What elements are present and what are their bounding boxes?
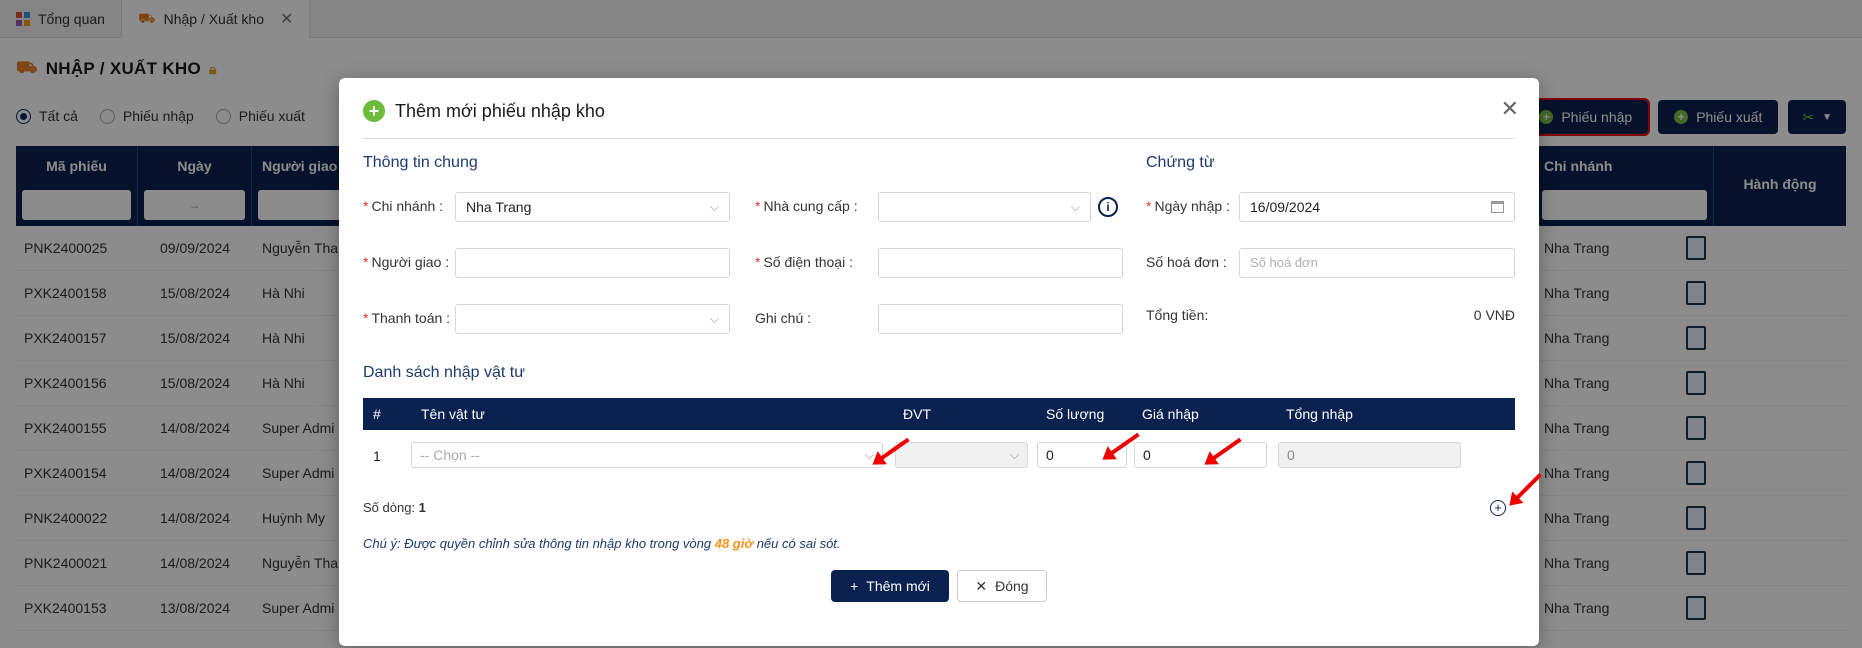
material-select[interactable]: -- Chọn -- ⌵ — [411, 442, 883, 468]
annotation-arrow — [1513, 473, 1542, 502]
note-input[interactable] — [878, 304, 1123, 334]
invoice-input[interactable]: Số hoá đơn — [1239, 248, 1515, 278]
chevron-down-icon: ⌵ — [1009, 448, 1019, 462]
add-icon: + — [363, 100, 385, 122]
price-input[interactable]: 0 — [1134, 442, 1267, 468]
add-import-voucher-modal: + Thêm mới phiếu nhập kho ✕ Thông tin ch… — [339, 78, 1542, 646]
info-icon[interactable]: i — [1098, 197, 1118, 217]
deliverer-label: * Người giao : — [363, 254, 450, 270]
modal-title: + Thêm mới phiếu nhập kho — [363, 100, 605, 122]
supplier-select[interactable]: ⌵ — [878, 192, 1091, 222]
invoice-label: Số hoá đơn : — [1146, 254, 1227, 270]
row-count: Số dòng: 1 — [363, 500, 426, 515]
items-section-title: Danh sách nhập vật tư — [363, 364, 525, 381]
phone-input[interactable] — [878, 248, 1123, 278]
add-new-button[interactable]: + Thêm mới — [831, 570, 949, 602]
close-icon[interactable]: ✕ — [1501, 96, 1519, 122]
import-date-label: * Ngày nhập : — [1146, 198, 1230, 214]
items-table-header: # Tên vật tư ĐVT Số lượng Giá nhập Tổng … — [363, 398, 1515, 430]
calendar-icon — [1491, 201, 1504, 213]
branch-select[interactable]: Nha Trang ⌵ — [455, 192, 730, 222]
chevron-down-icon: ⌵ — [709, 312, 719, 326]
total-input: 0 — [1278, 442, 1461, 468]
unit-select[interactable]: ⌵ — [895, 442, 1028, 468]
close-icon: ✕ — [975, 577, 988, 594]
chevron-down-icon: ⌵ — [1070, 200, 1080, 214]
payment-select[interactable]: ⌵ — [455, 304, 730, 334]
item-row: 1 -- Chọn -- ⌵ ⌵ 0 0 0 — [363, 434, 1515, 478]
import-date-input[interactable]: 16/09/2024 — [1239, 192, 1515, 222]
add-row-icon[interactable]: + — [1490, 500, 1506, 516]
branch-label: * Chi nhánh : — [363, 198, 444, 214]
plus-icon: + — [850, 578, 859, 594]
chevron-down-icon: ⌵ — [709, 200, 719, 214]
total-label: Tổng tiền: — [1146, 307, 1209, 323]
section-documents: Chứng từ — [1146, 154, 1215, 171]
supplier-label: * Nhà cung cấp : — [755, 198, 858, 214]
close-button[interactable]: ✕ Đóng — [957, 570, 1047, 602]
deliverer-input[interactable] — [455, 248, 730, 278]
edit-note: Chú ý: Được quyền chỉnh sửa thông tin nh… — [363, 536, 841, 551]
phone-label: * Số điện thoại : — [755, 254, 853, 270]
payment-label: * Thanh toán : — [363, 310, 451, 326]
note-label: Ghi chú : — [755, 310, 812, 326]
total-value: 0 VNĐ — [1473, 307, 1515, 323]
section-general: Thông tin chung — [363, 154, 478, 171]
